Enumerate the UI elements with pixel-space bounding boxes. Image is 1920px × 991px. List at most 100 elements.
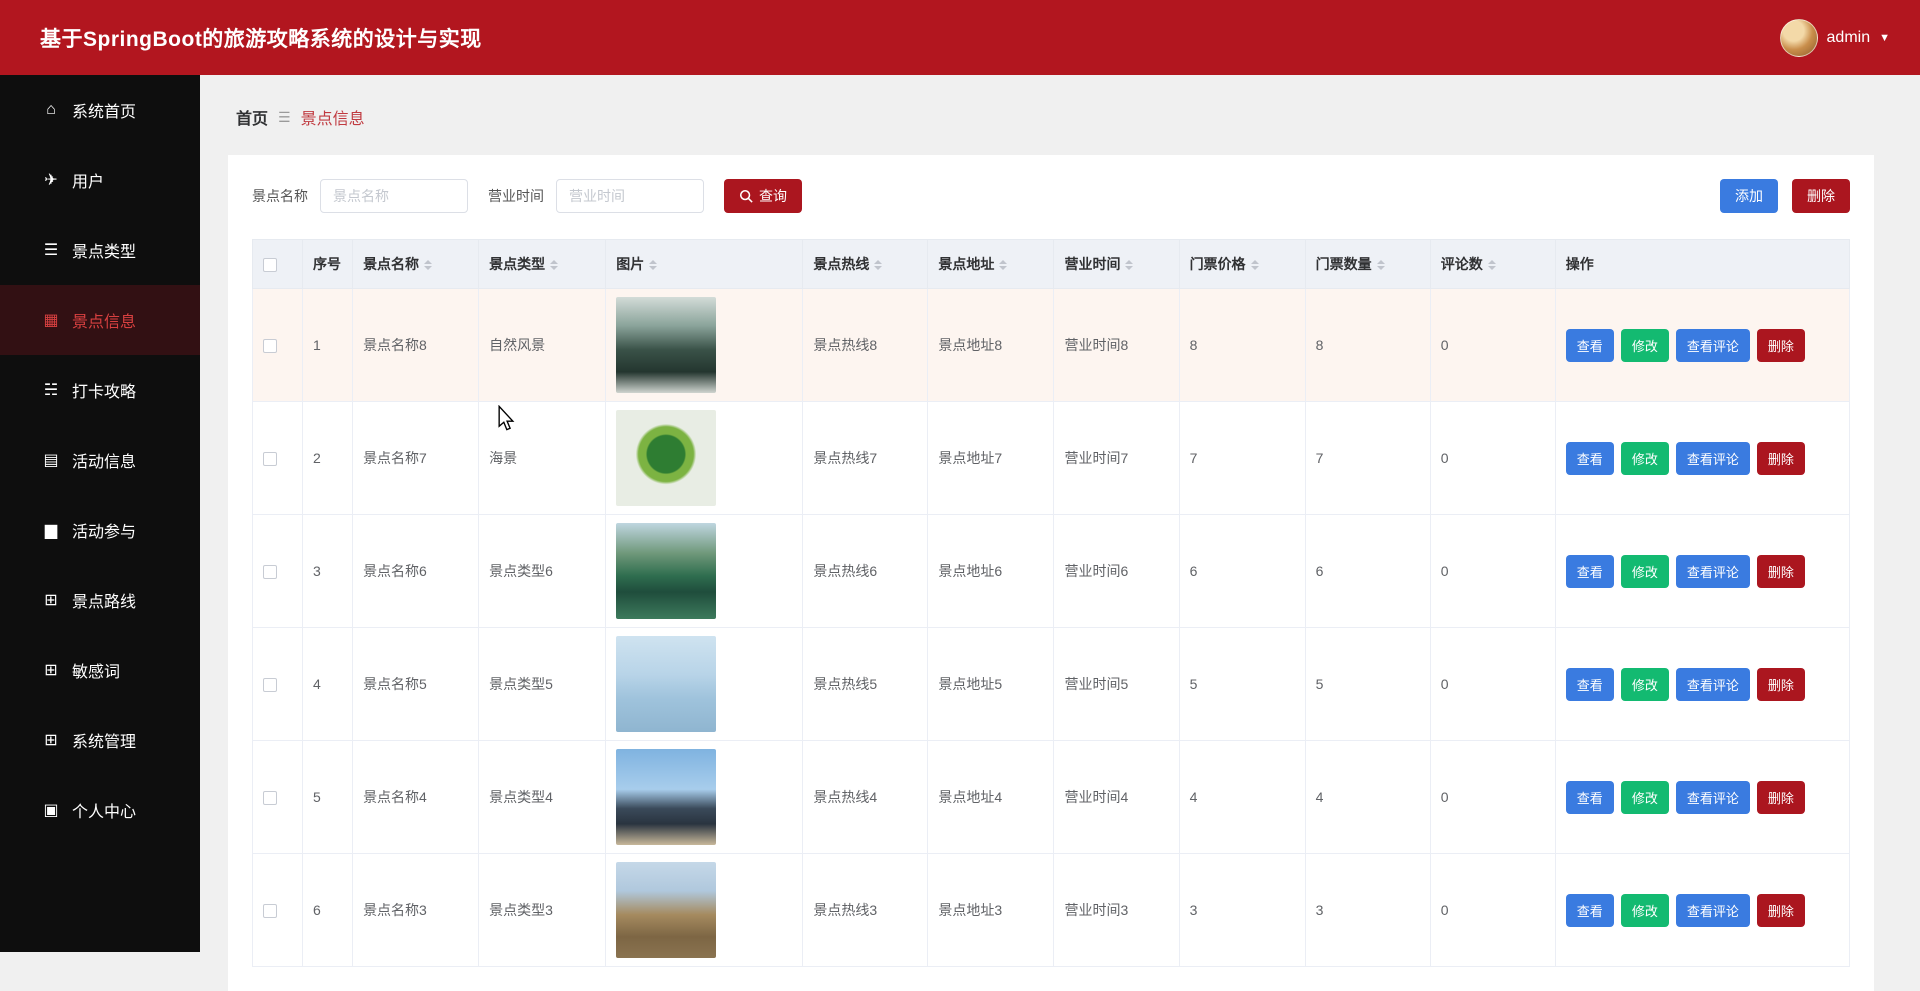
sort-icon[interactable]	[1250, 256, 1259, 274]
row-checkbox[interactable]	[263, 678, 277, 693]
name-filter-input[interactable]	[320, 179, 468, 213]
breadcrumb-home[interactable]: 首页	[236, 105, 268, 129]
spot-type: 景点类型5	[478, 627, 607, 742]
table-row: 4 景点名称5 景点类型5 景点热线5 景点地址5 营业时间5 5 5 0 查看 修改 查看评论 删除	[251, 627, 1851, 742]
time-filter-input[interactable]	[556, 179, 704, 213]
row-checkbox[interactable]	[263, 339, 277, 354]
column-header[interactable]: 门票价格	[1178, 238, 1306, 290]
sliders-icon: ☵	[43, 382, 59, 399]
avatar[interactable]	[1779, 18, 1818, 57]
sort-icon[interactable]	[999, 256, 1008, 274]
sort-icon[interactable]	[1487, 256, 1496, 274]
column-header[interactable]: 景点类型	[478, 238, 607, 290]
delete-button[interactable]: 删除	[1756, 667, 1805, 701]
view-button[interactable]: 查看	[1565, 441, 1614, 475]
edit-button[interactable]: 修改	[1620, 441, 1669, 475]
sidebar-item-label: 活动参与	[72, 524, 137, 541]
table-row: 5 景点名称4 景点类型4 景点热线4 景点地址4 营业时间4 4 4 0 查看 修改 查看评论 删除	[251, 740, 1851, 855]
column-header-label: 景点类型	[489, 256, 546, 272]
id-card-icon: ▣	[43, 802, 59, 819]
column-header[interactable]: 景点名称	[352, 238, 480, 290]
sidebar-item-打卡攻略[interactable]: ☵ 打卡攻略	[0, 355, 200, 425]
edit-button[interactable]: 修改	[1620, 554, 1669, 588]
chevron-down-icon: ▼	[1879, 31, 1890, 44]
row-checkbox[interactable]	[263, 904, 277, 919]
sort-icon[interactable]	[1376, 256, 1385, 274]
spot-name: 景点名称6	[352, 514, 480, 629]
sort-icon[interactable]	[649, 256, 658, 274]
ticket-quantity: 5	[1304, 627, 1431, 742]
view-button[interactable]: 查看	[1565, 554, 1614, 588]
spot-hotline: 景点热线8	[802, 288, 929, 403]
sidebar-item-系统管理[interactable]: ⊞ 系统管理	[0, 705, 200, 775]
column-header-label: 序号	[313, 256, 342, 273]
spot-name: 景点名称7	[352, 401, 480, 516]
edit-button[interactable]: 修改	[1620, 893, 1669, 927]
view-button[interactable]: 查看	[1565, 893, 1614, 927]
edit-button[interactable]: 修改	[1620, 328, 1669, 362]
column-header[interactable]: 景点地址	[927, 238, 1055, 290]
ticket-price: 7	[1178, 401, 1306, 516]
sidebar-item-活动信息[interactable]: ▤ 活动信息	[0, 425, 200, 495]
sidebar-item-用户[interactable]: ✈ 用户	[0, 145, 200, 215]
row-actions: 查看 修改 查看评论 删除	[1565, 441, 1839, 475]
sidebar-item-系统首页[interactable]: ⌂ 系统首页	[0, 75, 200, 145]
sort-icon[interactable]	[550, 256, 559, 274]
sort-icon[interactable]	[1125, 256, 1134, 274]
edit-button[interactable]: 修改	[1620, 667, 1669, 701]
search-button[interactable]: 查询	[724, 179, 802, 213]
edit-button[interactable]: 修改	[1620, 780, 1669, 814]
user-menu[interactable]: admin ▼	[1779, 18, 1890, 57]
spot-hotline: 景点热线7	[802, 401, 929, 516]
column-header-label: 景点热线	[813, 256, 870, 272]
view-comments-button[interactable]: 查看评论	[1675, 554, 1750, 588]
add-button[interactable]: 添加	[1720, 179, 1778, 213]
sort-icon[interactable]	[874, 256, 883, 274]
delete-button[interactable]: 删除	[1756, 441, 1805, 475]
sidebar-item-label: 活动信息	[72, 454, 137, 471]
sidebar-item-label: 打卡攻略	[72, 384, 137, 401]
row-checkbox[interactable]	[263, 565, 277, 580]
page-title: 基于SpringBoot的旅游攻略系统的设计与实现	[40, 27, 482, 51]
view-comments-button[interactable]: 查看评论	[1675, 893, 1750, 927]
column-header[interactable]: 营业时间	[1053, 238, 1180, 290]
sidebar-nav: ⌂ 系统首页 ✈ 用户 ☰ 景点类型 ▦ 景点信息 ☵ 打卡攻略 ▤ 活动信息 ▆ 活动参与 ⊞ 景点路线 ⊞ 敏…	[0, 75, 200, 845]
delete-button[interactable]: 删除	[1756, 893, 1805, 927]
column-header-label: 操作	[1565, 256, 1594, 273]
delete-button[interactable]: 删除	[1756, 780, 1805, 814]
sidebar-item-活动参与[interactable]: ▆ 活动参与	[0, 495, 200, 565]
comment-count: 0	[1429, 627, 1556, 742]
view-button[interactable]: 查看	[1565, 328, 1614, 362]
select-all-checkbox[interactable]	[263, 258, 277, 273]
grid-icon: ⊞	[44, 732, 58, 749]
column-header[interactable]: 图片	[605, 238, 804, 290]
time-filter-label: 营业时间	[488, 188, 544, 204]
comment-count: 0	[1429, 401, 1556, 516]
sort-icon[interactable]	[424, 256, 433, 274]
row-checkbox[interactable]	[263, 452, 277, 467]
view-comments-button[interactable]: 查看评论	[1675, 667, 1750, 701]
view-button[interactable]: 查看	[1565, 780, 1614, 814]
column-header[interactable]: 景点热线	[802, 238, 929, 290]
column-header[interactable]: 评论数	[1429, 238, 1556, 290]
delete-button[interactable]: 删除	[1756, 328, 1805, 362]
row-checkbox[interactable]	[263, 791, 277, 806]
column-header[interactable]: 门票数量	[1304, 238, 1431, 290]
sidebar-item-个人中心[interactable]: ▣ 个人中心	[0, 775, 200, 845]
sidebar-item-景点类型[interactable]: ☰ 景点类型	[0, 215, 200, 285]
view-comments-button[interactable]: 查看评论	[1675, 328, 1750, 362]
spot-address: 景点地址6	[927, 514, 1055, 629]
view-comments-button[interactable]: 查看评论	[1675, 441, 1750, 475]
view-comments-button[interactable]: 查看评论	[1675, 780, 1750, 814]
view-button[interactable]: 查看	[1565, 667, 1614, 701]
delete-button-top[interactable]: 删除	[1792, 179, 1850, 213]
sidebar-item-景点信息[interactable]: ▦ 景点信息	[0, 285, 200, 355]
sidebar-item-label: 景点路线	[72, 594, 137, 611]
delete-button[interactable]: 删除	[1756, 554, 1805, 588]
row-actions: 查看 修改 查看评论 删除	[1565, 554, 1839, 588]
sidebar-item-景点路线[interactable]: ⊞ 景点路线	[0, 565, 200, 635]
breadcrumb: 首页 ☰ 景点信息	[200, 75, 1920, 129]
sidebar-item-敏感词[interactable]: ⊞ 敏感词	[0, 635, 200, 705]
sidebar-item-label: 景点类型	[72, 244, 137, 261]
spot-type: 景点类型3	[478, 853, 607, 968]
